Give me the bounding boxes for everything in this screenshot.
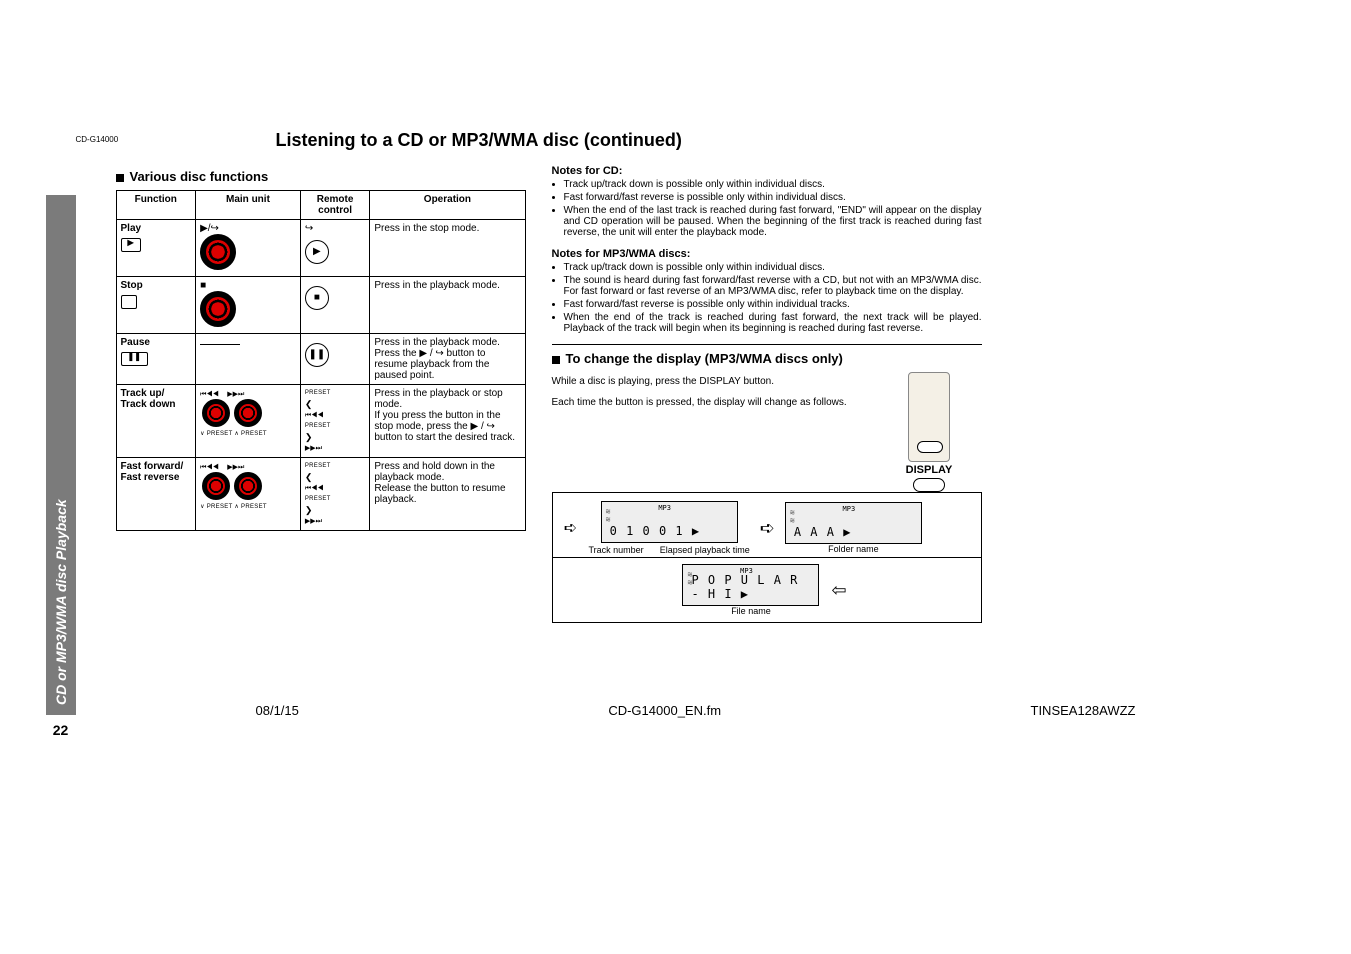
play-glyph: ▶/↪ — [200, 223, 219, 234]
play-key-icon: ▶ — [121, 238, 141, 252]
table-row: Stop ■ ■ Press in the playback mode. — [116, 277, 525, 334]
display-button-outline-icon — [913, 478, 945, 492]
functions-table: Function Main unit Remote control Operat… — [116, 190, 526, 531]
remote-play-button[interactable]: ▶ — [305, 240, 329, 264]
stop-key-icon — [121, 295, 137, 309]
remote-body-icon — [908, 372, 950, 462]
th-main-unit: Main unit — [196, 191, 301, 220]
caption-elapsed-time: Elapsed playback time — [660, 545, 750, 555]
fn-play: Play — [121, 223, 142, 234]
model-code: CD-G14000 — [76, 135, 119, 144]
remote-pause-button[interactable]: ❚❚ — [305, 343, 329, 367]
jog-dial-icon — [200, 291, 236, 327]
notes-cd-list: Track up/track down is possible only wit… — [552, 179, 982, 238]
op-ff: Press and hold down in the playback mode… — [370, 458, 525, 531]
list-item: Fast forward/fast reverse is possible on… — [564, 192, 982, 203]
remote-play-repeat-icon: ↪ — [305, 223, 313, 234]
ff-right-glyph: ▶▶⏭ — [227, 464, 244, 471]
jog-dial-icon — [234, 472, 262, 500]
display-change-heading: To change the display (MP3/WMA discs onl… — [552, 351, 982, 366]
fn-ff: Fast forward/ Fast reverse — [116, 458, 196, 531]
jog-dial-icon — [202, 399, 230, 427]
table-row: Pause ❚❚ ❚❚ Press in the playback mode. … — [116, 334, 525, 385]
th-function: Function — [116, 191, 196, 220]
table-row: Track up/ Track down ⏮◀◀ ▶▶⏭ ∨ PRESET ∧ … — [116, 385, 525, 458]
caption-file-name: File name — [731, 606, 771, 616]
list-item: Track up/track down is possible only wit… — [564, 179, 982, 190]
remote-stop-button[interactable]: ■ — [305, 286, 329, 310]
stop-glyph: ■ — [200, 280, 206, 291]
fn-pause: Pause — [121, 337, 150, 348]
lcd-screen-3: ≋≋ MP3 P O P U L A R - H I ▶ — [682, 564, 819, 606]
sidebar-tab: CD or MP3/WMA disc Playback — [46, 195, 76, 715]
caption-folder-name: Folder name — [828, 544, 879, 554]
page-footer: 08/1/15 CD-G14000_EN.fm TINSEA128AWZZ — [256, 703, 1136, 718]
divider — [552, 344, 982, 345]
footer-code: TINSEA128AWZZ — [1031, 703, 1136, 718]
footer-file: CD-G14000_EN.fm — [608, 703, 721, 718]
track-right-glyph: ▶▶⏭ — [227, 391, 244, 398]
table-row: Play ▶ ▶/↪ ↪ ▶ Press in the stop mode. — [116, 220, 525, 277]
remote-figure: DISPLAY — [877, 372, 982, 492]
remote-dpad-icon[interactable]: PRESET ❮ ⏮◀◀ PRESET ❯ ▶▶⏭ — [305, 388, 331, 454]
notes-cd-heading: Notes for CD: — [552, 165, 982, 177]
op-track: Press in the playback or stop mode. If y… — [370, 385, 525, 458]
list-item: Fast forward/fast reverse is possible on… — [564, 299, 982, 310]
op-stop: Press in the playback mode. — [370, 277, 525, 334]
remote-dpad-icon[interactable]: PRESET ❮ ⏮◀◀ PRESET ❯ ▶▶⏭ — [305, 461, 331, 527]
table-heading: Various disc functions — [116, 169, 526, 184]
flow-arrow-icon: ➪ — [760, 518, 775, 539]
display-button-label: DISPLAY — [906, 464, 953, 476]
pause-line-icon — [200, 344, 240, 345]
list-item: The sound is heard during fast forward/f… — [564, 275, 982, 297]
fn-track: Track up/ Track down — [116, 385, 196, 458]
list-item: When the end of the track is reached dur… — [564, 312, 982, 334]
lcd-screen-2: ≋≋ MP3 A A A ▶ — [785, 502, 922, 544]
remote-display-button[interactable] — [917, 441, 943, 453]
page-title: Listening to a CD or MP3/WMA disc (conti… — [276, 130, 1256, 151]
display-flow-diagram: ➪ ≋≋ MP3 0 1 0 0 1 ▶ Track number Elapse… — [552, 492, 982, 623]
notes-mp3-list: Track up/track down is possible only wit… — [552, 262, 982, 334]
fn-stop: Stop — [121, 280, 143, 291]
op-play: Press in the stop mode. — [370, 220, 525, 277]
page-number: 22 — [48, 722, 74, 738]
flow-arrow-icon: ⇦ — [831, 580, 846, 601]
preset-labels: ∨ PRESET ∧ PRESET — [200, 430, 296, 437]
list-item: Track up/track down is possible only wit… — [564, 262, 982, 273]
table-row: Fast forward/ Fast reverse ⏮◀◀ ▶▶⏭ ∨ PRE… — [116, 458, 525, 531]
caption-track-number: Track number — [589, 545, 644, 555]
th-operation: Operation — [370, 191, 525, 220]
jog-dial-icon — [200, 234, 236, 270]
op-pause: Press in the playback mode. Press the ▶ … — [370, 334, 525, 385]
lcd-screen-1: ≋≋ MP3 0 1 0 0 1 ▶ — [601, 501, 738, 543]
jog-dial-icon — [234, 399, 262, 427]
footer-date: 08/1/15 — [256, 703, 299, 718]
jog-dial-icon — [202, 472, 230, 500]
track-left-glyph: ⏮◀◀ — [200, 391, 219, 398]
notes-mp3-heading: Notes for MP3/WMA discs: — [552, 248, 982, 260]
ff-left-glyph: ⏮◀◀ — [200, 464, 219, 471]
th-remote: Remote control — [300, 191, 370, 220]
list-item: When the end of the last track is reache… — [564, 205, 982, 238]
preset-labels: ∨ PRESET ∧ PRESET — [200, 503, 296, 510]
flow-arrow-icon: ➪ — [559, 518, 583, 538]
pause-key-icon: ❚❚ — [121, 352, 148, 366]
